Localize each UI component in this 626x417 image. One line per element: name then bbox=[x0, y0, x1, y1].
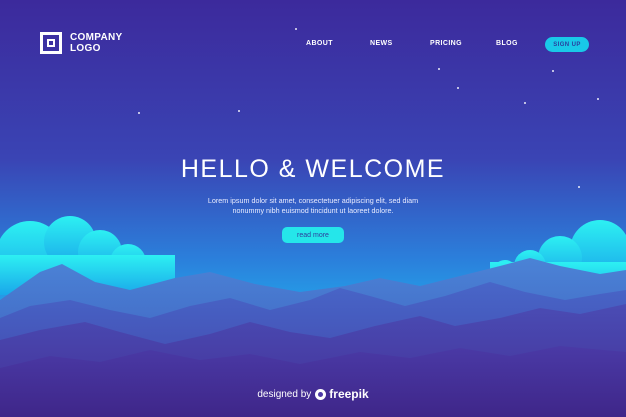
star bbox=[295, 28, 297, 30]
hero-title: HELLO & WELCOME bbox=[180, 155, 446, 183]
nav-pricing[interactable]: PRICING bbox=[430, 40, 462, 47]
star bbox=[552, 70, 554, 72]
star bbox=[578, 186, 580, 188]
nav-about[interactable]: ABOUT bbox=[306, 40, 333, 47]
hero-text-line-1: Lorem ipsum dolor sit amet, consectetuer… bbox=[207, 196, 419, 205]
star bbox=[238, 110, 240, 112]
star bbox=[457, 87, 459, 89]
landing-page: COMPANY LOGO ABOUT NEWS PRICING BLOG SIG… bbox=[0, 0, 626, 417]
main-nav: ABOUT NEWS PRICING BLOG bbox=[0, 40, 626, 52]
nav-blog[interactable]: BLOG bbox=[496, 40, 518, 47]
read-more-button[interactable]: read more bbox=[282, 227, 344, 243]
star bbox=[524, 102, 526, 104]
credit-brand: freepik bbox=[329, 387, 369, 401]
freepik-icon bbox=[315, 388, 327, 400]
star bbox=[138, 112, 140, 114]
hero-description: Lorem ipsum dolor sit amet, consectetuer… bbox=[188, 196, 438, 215]
designed-by-credit[interactable]: designed by freepik bbox=[0, 387, 626, 401]
star bbox=[438, 68, 440, 70]
sign-up-button[interactable]: SIGN UP bbox=[545, 37, 589, 52]
credit-prefix: designed by bbox=[257, 388, 312, 400]
nav-news[interactable]: NEWS bbox=[370, 40, 393, 47]
hero-text-line-2: nonummy nibh euismod tincidunt ut laoree… bbox=[232, 205, 394, 215]
star bbox=[597, 98, 599, 100]
